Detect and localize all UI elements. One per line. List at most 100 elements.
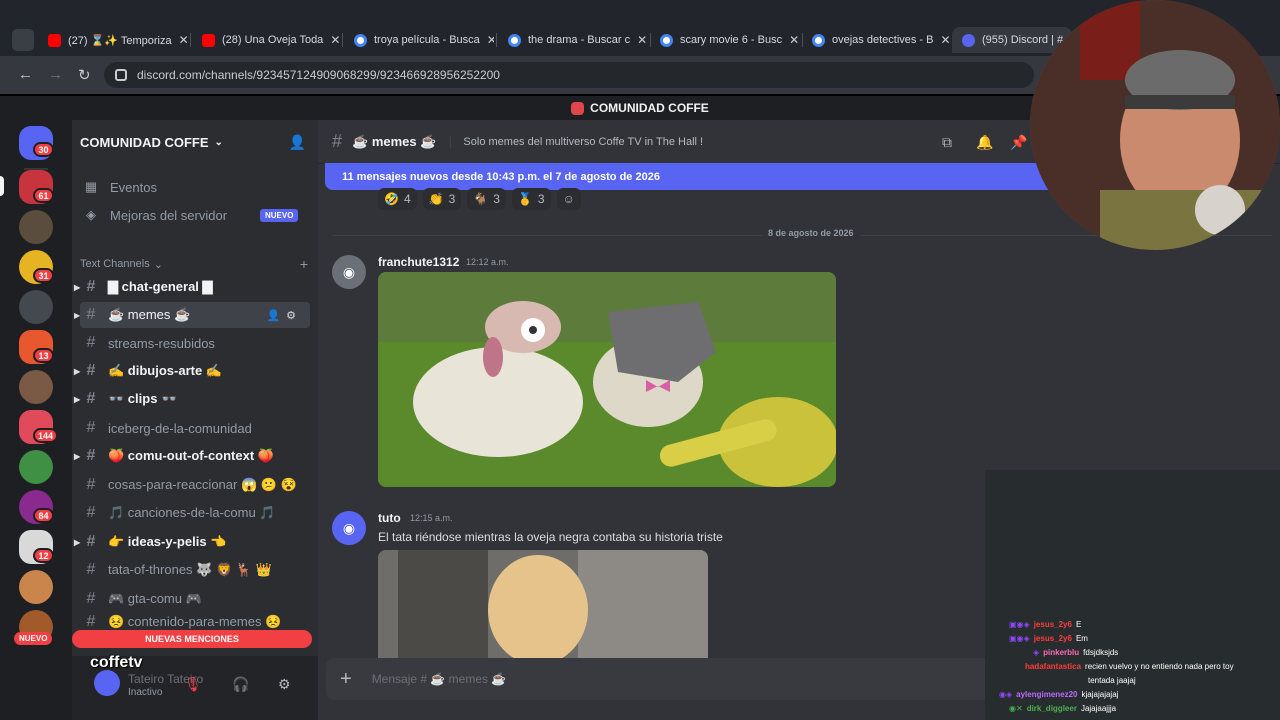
- threads-icon[interactable]: ⧉: [942, 134, 952, 151]
- chat-badges-icon: ◉✕: [1009, 704, 1023, 713]
- server-icon[interactable]: [19, 370, 53, 404]
- channel-topic[interactable]: Solo memes del multiverso Coffe TV in Th…: [450, 135, 703, 148]
- channel-memes[interactable]: ▶ # ☕ memes ☕ 👤⚙: [74, 302, 310, 328]
- unread-badge: 13: [33, 348, 54, 363]
- channel-ideas-y-pelis[interactable]: ▶ # 👉 ideas-y-pelis 👈: [74, 529, 310, 555]
- screen: (27) ⌛✨ Temporiza ✕ (28) Una Oveja Toda …: [0, 0, 1280, 720]
- message-image[interactable]: [378, 272, 836, 487]
- channel-canciones[interactable]: # 🎵 canciones-de-la-comu 🎵: [80, 500, 310, 526]
- server-icon[interactable]: [19, 210, 53, 244]
- browser-tab[interactable]: ovejas detectives - B ✕: [802, 27, 950, 53]
- expand-arrow-icon[interactable]: ▶: [74, 311, 80, 320]
- avatar[interactable]: [94, 670, 120, 696]
- chat-badges-icon: ▣◉◈: [1009, 620, 1030, 629]
- add-attachment-icon[interactable]: +: [340, 668, 352, 691]
- server-icon[interactable]: [19, 570, 53, 604]
- channel-clips[interactable]: ▶ # 👓 clips 👓: [74, 386, 310, 412]
- chat-message: hadafantastica recien vuelvo y no entien…: [1025, 662, 1234, 671]
- create-channel-icon[interactable]: +: [300, 256, 308, 272]
- browser-tab[interactable]: scary movie 6 - Busc ✕: [650, 27, 800, 53]
- browser-tab[interactable]: (28) Una Oveja Toda ✕: [192, 27, 340, 53]
- message-text: El tata riéndose mientras la oveja negra…: [378, 530, 723, 544]
- unread-badge: 30: [33, 142, 54, 157]
- google-icon: [812, 33, 825, 47]
- server-icon[interactable]: [19, 290, 53, 324]
- hash-icon: #: [86, 447, 96, 464]
- sheep-image: [378, 272, 836, 487]
- invite-people-icon[interactable]: 👤: [289, 134, 306, 151]
- tab-search-button[interactable]: [12, 29, 34, 51]
- close-tab-icon[interactable]: ✕: [179, 33, 188, 47]
- server-header[interactable]: COMUNIDAD COFFE ⌄ 👤: [72, 120, 318, 164]
- channel-iceberg[interactable]: # iceberg-de-la-comunidad: [80, 415, 310, 441]
- hash-icon: #: [86, 334, 96, 351]
- close-tab-icon[interactable]: ✕: [637, 33, 647, 47]
- browser-tab[interactable]: the drama - Buscar c ✕: [498, 27, 648, 53]
- channel-cosas-para-reaccionar[interactable]: # cosas-para-reaccionar 😱 😕 😵: [80, 472, 310, 498]
- close-tab-icon[interactable]: ✕: [941, 33, 951, 47]
- channel-dibujos-arte[interactable]: ▶ # ✍ dibujos-arte ✍: [74, 358, 310, 384]
- pin-icon[interactable]: 📌: [1010, 134, 1027, 151]
- unread-badge: 12: [33, 548, 54, 563]
- composer-placeholder: Mensaje # ☕ memes ☕: [371, 672, 507, 686]
- browser-tab[interactable]: troya película - Busca ✕: [344, 27, 494, 53]
- reaction[interactable]: 🐐 3: [467, 188, 506, 210]
- expand-arrow-icon[interactable]: ▶: [74, 452, 80, 461]
- bell-icon[interactable]: 🔔: [976, 134, 993, 151]
- chevron-down-icon: ⌄: [214, 136, 223, 148]
- youtube-icon: [48, 33, 61, 47]
- hash-icon: #: [86, 390, 96, 407]
- unread-badge: 144: [33, 428, 59, 443]
- close-tab-icon[interactable]: ✕: [789, 33, 799, 47]
- channel-streams-resubidos[interactable]: # streams-resubidos: [80, 330, 310, 356]
- avatar[interactable]: ◉: [332, 255, 366, 289]
- webcam-overlay: [1030, 0, 1280, 250]
- url-field[interactable]: discord.com/channels/923457124909068299/…: [104, 62, 1034, 88]
- server-icon[interactable]: [19, 450, 53, 484]
- hash-icon: #: [86, 419, 96, 436]
- new-messages-bar[interactable]: 11 mensajes nuevos desde 10:43 p.m. el 7…: [325, 163, 1065, 190]
- reload-icon[interactable]: ↻: [78, 66, 91, 84]
- browser-tab[interactable]: (27) ⌛✨ Temporiza ✕: [38, 27, 188, 53]
- back-icon[interactable]: ←: [18, 66, 33, 83]
- hash-icon: #: [86, 561, 96, 578]
- close-tab-icon[interactable]: ✕: [487, 33, 494, 47]
- events-item[interactable]: ▦ Eventos: [80, 174, 157, 200]
- message-author[interactable]: franchute1312: [378, 255, 459, 269]
- channel-comu-out-of-context[interactable]: ▶ # 🍑 comu-out-of-context 🍑: [74, 443, 310, 469]
- new-mentions-bar[interactable]: NUEVAS MENCIONES: [72, 630, 312, 648]
- headphones-icon[interactable]: 🎧: [232, 676, 249, 693]
- expand-arrow-icon[interactable]: ▶: [74, 283, 80, 292]
- expand-arrow-icon[interactable]: ▶: [74, 395, 80, 404]
- unread-badge: 84: [33, 508, 54, 523]
- new-badge: NUEVO: [260, 209, 299, 222]
- mute-icon[interactable]: 🎙: [184, 676, 202, 693]
- site-settings-icon[interactable]: [115, 69, 127, 81]
- expand-arrow-icon[interactable]: ▶: [74, 538, 80, 547]
- avatar[interactable]: ◉: [332, 511, 366, 545]
- boost-icon: ◈: [86, 207, 96, 222]
- reaction[interactable]: 👏 3: [422, 188, 462, 210]
- channel-gta-comu[interactable]: # 🎮 gta-comu 🎮: [80, 586, 310, 612]
- chat-message: tentada jaajaj: [1088, 676, 1136, 685]
- channel-chat-general[interactable]: ▶ # ▇ chat-general ▇: [74, 274, 310, 300]
- channel-category[interactable]: Text Channels ⌄ +: [80, 256, 308, 272]
- reaction[interactable]: 🥇 3: [511, 188, 551, 210]
- message-image[interactable]: [378, 550, 708, 660]
- add-reaction-button[interactable]: ☺: [556, 188, 581, 210]
- chat-badges-icon: ◈: [1033, 648, 1040, 657]
- forward-icon[interactable]: →: [48, 66, 63, 83]
- hash-icon: #: [86, 614, 96, 630]
- chat-badges-icon: ▣◉◈: [1009, 634, 1030, 643]
- message-author[interactable]: tuto: [378, 511, 401, 525]
- new-indicator[interactable]: NUEVO: [14, 632, 53, 645]
- channel-tata-of-thrones[interactable]: # tata-of-thrones 🐺 🦁 🦌 👑: [80, 557, 310, 583]
- reaction[interactable]: 🤣 4: [378, 188, 417, 210]
- close-tab-icon[interactable]: ✕: [330, 33, 340, 47]
- channel-settings-icon[interactable]: 👤⚙: [266, 309, 302, 322]
- expand-arrow-icon[interactable]: ▶: [74, 367, 80, 376]
- gear-icon[interactable]: ⚙: [278, 676, 291, 693]
- channel-contenido-para-memes[interactable]: # 😣 contenido-para-memes 😣: [80, 614, 310, 630]
- hash-icon: #: [86, 533, 96, 550]
- chat-message: ▣◉◈ jesus_2y6 E: [1009, 620, 1082, 629]
